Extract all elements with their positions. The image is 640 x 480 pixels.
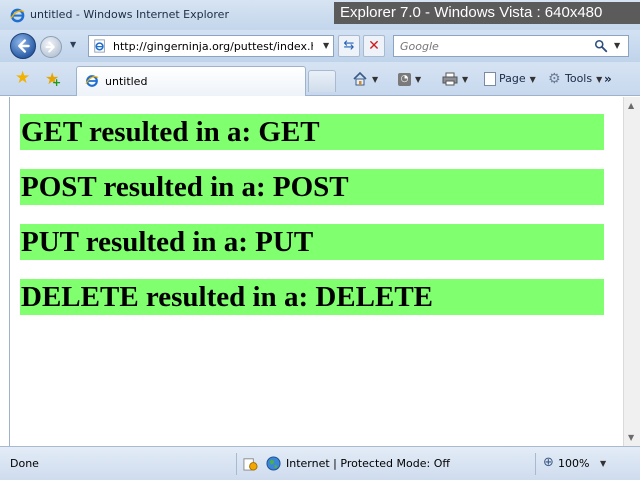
navigation-bar: ▼ ▼ ⇆ ✕ ▼ (0, 30, 640, 62)
page-ie-icon (94, 39, 105, 53)
stop-button[interactable]: ✕ (363, 35, 385, 57)
tab-label: untitled (105, 75, 148, 88)
address-input[interactable] (113, 38, 313, 54)
scroll-up-arrow-icon[interactable]: ▲ (628, 101, 634, 110)
page-content: GET resulted in a: GET POST resulted in … (9, 97, 640, 446)
search-options-dropdown[interactable]: ▼ (614, 41, 620, 50)
status-bar: Done Internet | Protected Mode: Off ⊕ 10… (0, 446, 640, 480)
window-title: untitled - Windows Internet Explorer (30, 8, 229, 21)
result-line-put: PUT resulted in a: PUT (20, 224, 604, 260)
add-favorites-icon[interactable]: ★ + (45, 70, 61, 89)
gear-icon: ⚙ (548, 71, 561, 87)
forward-arrow-icon (45, 41, 55, 53)
home-icon (353, 71, 367, 86)
recent-pages-dropdown[interactable]: ▼ (70, 40, 76, 49)
page-dropdown-caret: ▼ (529, 75, 536, 84)
search-icon[interactable] (594, 39, 608, 53)
result-line-delete: DELETE resulted in a: DELETE (20, 279, 604, 315)
new-tab-button[interactable] (308, 70, 336, 92)
globe-icon (266, 456, 281, 471)
feed-icon: ◔ (398, 72, 411, 86)
search-box[interactable]: ▼ (393, 35, 629, 57)
back-button[interactable] (10, 33, 36, 59)
more-commands-button[interactable]: » (604, 69, 612, 89)
zoom-dropdown[interactable]: ▼ (600, 459, 606, 468)
home-dropdown[interactable]: ▼ (372, 75, 378, 84)
search-input[interactable] (400, 38, 580, 54)
scroll-down-arrow-icon[interactable]: ▼ (628, 433, 634, 442)
refresh-button[interactable]: ⇆ (338, 35, 360, 57)
tools-menu[interactable]: ⚙ Tools ▼ (548, 69, 602, 89)
print-icon (442, 72, 458, 86)
lock-icon (243, 458, 258, 471)
tools-menu-label: Tools (565, 72, 593, 85)
print-dropdown[interactable]: ▼ (462, 75, 468, 84)
refresh-icon: ⇆ (343, 38, 355, 53)
tab-untitled[interactable]: untitled (76, 66, 306, 96)
status-divider (535, 453, 536, 475)
page-menu[interactable]: Page ▼ (484, 69, 536, 89)
address-bar[interactable]: ▼ (88, 35, 334, 57)
forward-button[interactable] (40, 36, 62, 58)
zoom-level[interactable]: 100% (558, 457, 589, 470)
favorites-star-icon[interactable]: ★ (15, 70, 30, 87)
security-zone[interactable]: Internet | Protected Mode: Off (286, 457, 450, 470)
resolution-watermark: Explorer 7.0 - Windows Vista : 640x480 (334, 2, 640, 24)
page-menu-label: Page (499, 72, 526, 85)
ie-icon (10, 8, 25, 23)
feeds-dropdown[interactable]: ▼ (415, 75, 421, 84)
status-text: Done (10, 457, 39, 470)
back-arrow-icon (18, 39, 30, 53)
tools-dropdown-caret: ▼ (596, 75, 603, 84)
address-dropdown[interactable]: ▼ (323, 41, 329, 50)
stop-icon: ✕ (368, 38, 380, 54)
print-button[interactable]: ▼ (442, 69, 468, 89)
ie-icon (85, 75, 99, 87)
result-line-get: GET resulted in a: GET (20, 114, 604, 150)
home-button[interactable]: ▼ (352, 69, 378, 89)
status-divider (236, 453, 237, 475)
page-icon (484, 72, 496, 86)
feeds-button[interactable]: ◔ ▼ (398, 69, 421, 89)
vertical-scrollbar[interactable]: ▲ ▼ (623, 97, 640, 446)
tab-bar: ★ ★ + untitled ▼ ◔ ▼ ▼ Page ▼ ⚙ Tools ▼ » (0, 62, 640, 96)
result-line-post: POST resulted in a: POST (20, 169, 604, 205)
title-bar: untitled - Windows Internet Explorer Exp… (0, 0, 640, 30)
zoom-icon: ⊕ (543, 455, 554, 470)
